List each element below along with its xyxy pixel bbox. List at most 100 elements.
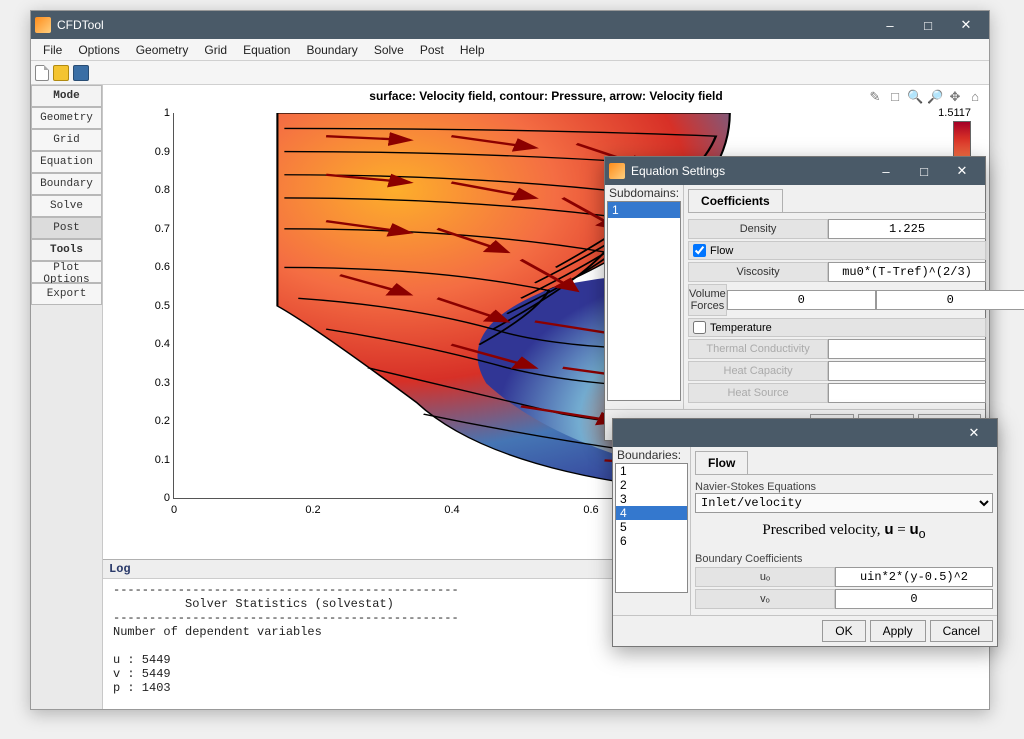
boundary-item[interactable]: 5 [616, 520, 687, 534]
bnd-apply-button[interactable]: Apply [870, 620, 926, 642]
close-button[interactable]: ✕ [947, 11, 985, 39]
menu-post[interactable]: Post [412, 41, 452, 59]
zoom-out-icon[interactable]: 🔎 [927, 89, 943, 105]
pan-icon[interactable]: ✥ [947, 89, 963, 105]
menu-file[interactable]: File [35, 41, 70, 59]
eq-maximize-button[interactable]: □ [905, 157, 943, 185]
boundary-item[interactable]: 6 [616, 534, 687, 548]
viscosity-label: Viscosity [688, 262, 828, 282]
boundary-item[interactable]: 1 [616, 464, 687, 478]
ytick: 0.6 [144, 261, 170, 273]
bnd-button-bar: OK Apply Cancel [613, 615, 997, 646]
mode-boundary[interactable]: Boundary [31, 173, 102, 195]
tab-flow[interactable]: Flow [695, 451, 748, 474]
prescribed-velocity-formula: Prescribed velocity, u = uo [695, 513, 993, 549]
volforce-x-input[interactable] [727, 290, 876, 310]
temperature-checkbox-row[interactable]: Temperature [688, 318, 986, 337]
open-file-icon[interactable] [53, 65, 69, 81]
subdomain-item[interactable]: 1 [608, 202, 680, 218]
ytick: 0.9 [144, 146, 170, 158]
temperature-label: Temperature [710, 322, 772, 334]
home-icon[interactable]: ⌂ [967, 89, 983, 105]
boundary-item[interactable]: 4 [616, 506, 687, 520]
menu-equation[interactable]: Equation [235, 41, 298, 59]
mode-post[interactable]: Post [31, 217, 102, 239]
menu-boundary[interactable]: Boundary [298, 41, 365, 59]
temperature-checkbox[interactable] [693, 321, 706, 334]
boundaries-list[interactable]: 1 2 3 4 5 6 [615, 463, 688, 593]
save-file-icon[interactable] [73, 65, 89, 81]
boundary-item[interactable]: 3 [616, 492, 687, 506]
tab-coefficients[interactable]: Coefficients [688, 189, 783, 212]
zoom-in-icon[interactable]: 🔍 [907, 89, 923, 105]
xtick: 0.6 [583, 504, 598, 516]
boundary-coeff-heading: Boundary Coefficients [695, 553, 993, 565]
minimize-button[interactable]: – [871, 11, 909, 39]
subdomains-list[interactable]: 1 [607, 201, 681, 401]
xtick: 0.2 [305, 504, 320, 516]
app-icon [35, 17, 51, 33]
sidebar: Mode Geometry Grid Equation Boundary Sol… [31, 85, 103, 709]
vo-label: vₒ [695, 589, 835, 609]
volforce-y-input[interactable] [876, 290, 1024, 310]
boundary-settings-dialog: ✕ Boundaries: 1 2 3 4 5 6 Flow Navier-St… [612, 418, 998, 647]
ytick: 0.2 [144, 415, 170, 427]
equation-settings-dialog: Equation Settings – □ ✕ Subdomains: 1 Co… [604, 156, 986, 441]
xtick: 0 [171, 504, 177, 516]
bnd-cancel-button[interactable]: Cancel [930, 620, 993, 642]
tool-export[interactable]: Export [31, 283, 102, 305]
uo-input[interactable] [835, 567, 993, 587]
heatcap-input [828, 361, 986, 381]
mode-grid[interactable]: Grid [31, 129, 102, 151]
bnd-ok-button[interactable]: OK [822, 620, 865, 642]
menu-geometry[interactable]: Geometry [128, 41, 197, 59]
menu-help[interactable]: Help [452, 41, 493, 59]
mode-geometry[interactable]: Geometry [31, 107, 102, 129]
menu-grid[interactable]: Grid [196, 41, 235, 59]
xtick: 0.4 [444, 504, 459, 516]
boundaries-panel: Boundaries: 1 2 3 4 5 6 [613, 447, 691, 615]
mode-equation[interactable]: Equation [31, 151, 102, 173]
mode-solve[interactable]: Solve [31, 195, 102, 217]
heatcap-label: Heat Capacity [688, 361, 828, 381]
eq-tabs: Coefficients [688, 189, 986, 213]
toolbar [31, 61, 989, 85]
menu-options[interactable]: Options [70, 41, 127, 59]
tools-heading: Tools [31, 239, 102, 261]
menu-solve[interactable]: Solve [366, 41, 412, 59]
bctype-select[interactable]: Inlet/velocity [695, 493, 993, 513]
viscosity-input[interactable] [828, 262, 986, 282]
eqset-label: Navier-Stokes Equations [695, 481, 993, 493]
ytick: 0.5 [144, 300, 170, 312]
eq-minimize-button[interactable]: – [867, 157, 905, 185]
rect-zoom-icon[interactable]: □ [887, 89, 903, 105]
eq-close-button[interactable]: ✕ [943, 157, 981, 185]
heatsrc-input [828, 383, 986, 403]
thermcond-label: Thermal Conductivity [688, 339, 828, 359]
brush-icon[interactable]: ✎ [867, 89, 883, 105]
new-file-icon[interactable] [35, 65, 49, 81]
boundaries-label: Boundaries: [613, 447, 690, 463]
density-input[interactable] [828, 219, 986, 239]
uo-label: uₒ [695, 567, 835, 587]
vo-input[interactable] [835, 589, 993, 609]
bnd-close-button[interactable]: ✕ [955, 419, 993, 447]
flow-label: Flow [710, 245, 733, 257]
colorbar-max: 1.5117 [938, 107, 971, 119]
eq-titlebar[interactable]: Equation Settings – □ ✕ [605, 157, 985, 185]
boundary-item[interactable]: 2 [616, 478, 687, 492]
maximize-button[interactable]: □ [909, 11, 947, 39]
ytick: 0.7 [144, 223, 170, 235]
flow-checkbox-row[interactable]: Flow [688, 241, 986, 260]
main-titlebar[interactable]: CFDTool – □ ✕ [31, 11, 989, 39]
volforce-label: Volume Forces [688, 284, 727, 316]
ytick: 1 [144, 107, 170, 119]
ytick: 0.8 [144, 184, 170, 196]
bnd-titlebar[interactable]: ✕ [613, 419, 997, 447]
tool-plot-options[interactable]: Plot Options [31, 261, 102, 283]
flow-checkbox[interactable] [693, 244, 706, 257]
ytick: 0.1 [144, 454, 170, 466]
ytick: 0.3 [144, 377, 170, 389]
ytick: 0.4 [144, 338, 170, 350]
plot-title: surface: Velocity field, contour: Pressu… [103, 85, 989, 103]
